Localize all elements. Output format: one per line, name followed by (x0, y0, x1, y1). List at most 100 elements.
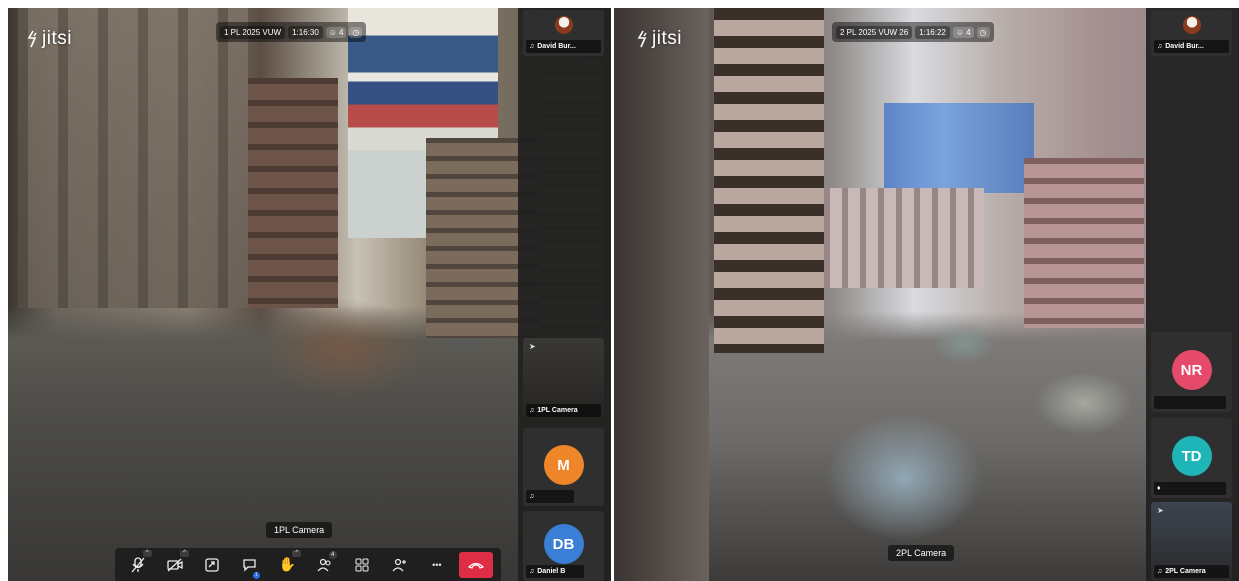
participant-tile-daniel[interactable]: DB ♫ Daniel B (523, 511, 604, 581)
participant-name: David Bur... (1165, 43, 1204, 50)
toolbox: ^ ^ 1 ✋ ^ 4 ••• (115, 548, 501, 581)
chevron-up-icon[interactable]: ^ (142, 549, 152, 557)
tile-name-bar: ♫ David Bur... (1154, 40, 1229, 53)
lock-icon: ♦ (1157, 485, 1161, 492)
avatar: TD (1171, 436, 1212, 476)
filmstrip: ♫ David Bur... ➤ ♫ 1PL Camera M ♫ DB ♫ D… (518, 8, 611, 581)
tile-name-bar: ♫ Daniel B (526, 565, 584, 578)
gauge-icon: ◷ (352, 27, 360, 37)
chevron-up-icon[interactable]: ^ (292, 549, 302, 557)
model-building (248, 78, 338, 308)
participant-name: David Bur... (537, 43, 576, 50)
participant-tile-nr[interactable]: NR (1151, 332, 1232, 412)
participant-tile-david[interactable]: ♫ David Bur... (523, 10, 604, 56)
hangup-icon (468, 560, 485, 570)
meeting-timer: 1:16:22 (915, 25, 950, 39)
room-name: 1 PL 2025 VUW (220, 25, 286, 39)
avatar-initials: DB (552, 535, 575, 553)
room-name: 2 PL 2025 VUW 26 (836, 25, 913, 39)
microphone-button[interactable]: ^ (123, 549, 153, 578)
participant-tile-2pl-camera[interactable]: ➤ ♫ 2PL Camera (1151, 502, 1232, 581)
participant-name: Daniel B (537, 568, 566, 575)
raise-hand-button[interactable]: ✋ ^ (272, 549, 302, 578)
participants-count: 4 (338, 27, 344, 37)
participants-count-badge[interactable]: ☺ 4 (325, 26, 347, 38)
filmstrip: ♫ David Bur... NR TD ♦ ➤ ♫ 2PL Camera (1146, 8, 1239, 581)
logo-text: jitsi (42, 28, 72, 49)
avatar: DB (543, 524, 584, 564)
chat-icon (242, 558, 257, 572)
more-icon: ••• (432, 559, 442, 570)
participants-button[interactable]: 4 (310, 550, 340, 578)
camera-button[interactable]: ^ (160, 549, 190, 578)
meeting-timer: 1:16:30 (288, 25, 323, 39)
avatar: M (543, 445, 584, 485)
tile-name-bar: ♦ (1154, 482, 1226, 495)
participant-tile-david[interactable]: ♫ David Bur... (1151, 10, 1232, 56)
participant-tile-td[interactable]: TD ♦ (1151, 418, 1232, 498)
avatar: NR (1171, 350, 1212, 390)
people-icon: ☺ (328, 27, 337, 37)
add-person-icon (392, 558, 407, 572)
conference-info-bar: 1 PL 2025 VUW 1:16:30 ☺ 4 ◷ (216, 22, 367, 42)
participants-badge: 4 (328, 550, 337, 559)
tile-name-bar: ♫ (526, 490, 574, 503)
leave-meeting-button[interactable] (459, 551, 494, 578)
participant-tile-m[interactable]: M ♫ (523, 428, 604, 506)
logo-text: jitsi (652, 28, 682, 49)
mic-muted-icon: ♫ (1157, 43, 1163, 50)
model-building (1024, 158, 1144, 328)
participants-count: 4 (966, 27, 971, 37)
model-building (824, 188, 984, 288)
avatar-initials: M (557, 456, 570, 474)
camera-off-icon (167, 558, 183, 572)
participants-count-badge[interactable]: ☺ 4 (952, 26, 974, 38)
model-building (714, 8, 824, 353)
participant-tile-1pl-camera[interactable]: ➤ ♫ 1PL Camera (523, 338, 604, 420)
mic-muted-icon: ♫ (1157, 568, 1163, 575)
mic-muted-icon: ♫ (529, 407, 535, 414)
gauge-icon: ◷ (979, 27, 987, 37)
avatar-initials: TD (1181, 447, 1202, 465)
stage-participant-label: 2PL Camera (888, 545, 955, 561)
microphone-muted-icon (131, 556, 145, 573)
participant-name: 1PL Camera (537, 407, 578, 414)
mic-muted-icon: ♫ (529, 43, 535, 50)
background-window (884, 103, 1034, 193)
invite-button[interactable] (384, 552, 414, 578)
tile-name-bar: ♫ David Bur... (526, 40, 601, 53)
tile-view-button[interactable] (347, 552, 377, 578)
chat-button[interactable]: 1 (235, 552, 265, 579)
chat-unread-badge: 1 (252, 571, 260, 579)
share-screen-icon (205, 557, 220, 572)
jitsi-logo-icon (26, 30, 40, 48)
model-building (18, 8, 248, 308)
participants-icon (317, 558, 333, 572)
tile-name-bar: ♫ 1PL Camera (526, 404, 601, 417)
conference-info-bar: 2 PL 2025 VUW 26 1:16:22 ☺ 4 ◷ (832, 22, 994, 42)
people-icon: ☺ (955, 27, 965, 37)
mic-muted-icon: ♫ (529, 493, 535, 500)
stage-participant-label: 1PL Camera (266, 522, 333, 538)
right-meeting-window: jitsi 2 PL 2025 VUW 26 1:16:22 ☺ 4 ◷ ♫ D… (614, 8, 1239, 581)
more-actions-button[interactable]: ••• (422, 552, 452, 578)
avatar-initials: NR (1180, 361, 1203, 379)
share-screen-button[interactable] (197, 552, 227, 578)
tile-name-bar: ♫ 2PL Camera (1154, 565, 1229, 578)
pin-icon[interactable]: ➤ (529, 342, 536, 351)
blurred-foreground (614, 8, 709, 581)
tile-name-bar (1154, 396, 1226, 409)
left-meeting-window: jitsi 1 PL 2025 VUW 1:16:30 ☺ 4 ◷ ♫ Davi… (8, 8, 611, 581)
raise-hand-icon: ✋ (278, 556, 296, 572)
jitsi-logo[interactable]: jitsi (26, 28, 72, 50)
jitsi-logo-icon (636, 30, 650, 48)
pin-icon[interactable]: ➤ (1157, 506, 1164, 515)
participant-name: 2PL Camera (1165, 568, 1206, 575)
jitsi-logo[interactable]: jitsi (636, 28, 682, 50)
tile-view-icon (355, 558, 369, 572)
connection-status[interactable]: ◷ (349, 26, 363, 38)
mic-muted-icon: ♫ (529, 568, 535, 575)
avatar (1182, 16, 1201, 34)
connection-status[interactable]: ◷ (976, 26, 990, 38)
chevron-up-icon[interactable]: ^ (180, 549, 190, 557)
